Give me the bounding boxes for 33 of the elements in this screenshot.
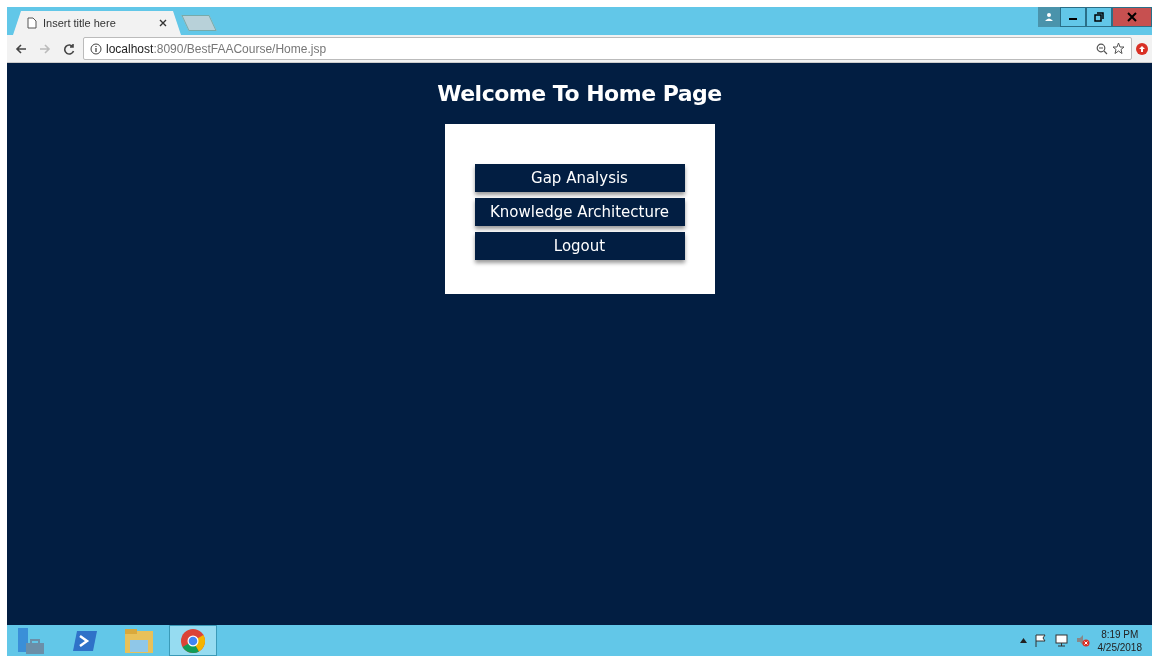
date-text: 4/25/2018 [1097, 640, 1142, 654]
zoom-icon[interactable] [1096, 42, 1108, 55]
muted-speaker-icon[interactable] [1075, 634, 1090, 647]
page-heading: Welcome To Home Page [437, 81, 722, 106]
close-icon [1127, 12, 1137, 22]
powershell-icon [72, 629, 98, 652]
close-icon[interactable] [159, 19, 167, 27]
menu-button[interactable]: Knowledge Architecture [474, 198, 685, 226]
clock[interactable]: 8:19 PM 4/25/2018 [1097, 627, 1142, 654]
info-icon [90, 42, 102, 55]
extension-icon[interactable] [1136, 42, 1148, 55]
menu-button[interactable]: Logout [474, 232, 685, 260]
taskbar-app[interactable] [169, 625, 217, 656]
close-button[interactable] [1112, 7, 1152, 27]
reload-icon [63, 42, 75, 55]
person-icon [1044, 12, 1054, 22]
minimize-button[interactable] [1060, 7, 1086, 27]
server-toolbox-icon [16, 626, 46, 655]
restore-icon [1094, 12, 1104, 22]
browser-icon [180, 627, 206, 654]
forward-arrow-icon [39, 42, 51, 55]
star-icon[interactable] [1112, 42, 1125, 55]
menu-button[interactable]: Gap Analysis [474, 164, 685, 192]
page-icon [27, 17, 37, 29]
restore-button[interactable] [1086, 7, 1112, 27]
flag-icon[interactable] [1034, 634, 1047, 647]
address-bar[interactable]: localhost:8090/BestFAACourse/Home.jsp [83, 37, 1132, 60]
caret-icon[interactable] [1019, 638, 1027, 643]
folder-icon [124, 627, 154, 654]
back-arrow-icon [15, 42, 27, 55]
network-icon[interactable] [1054, 634, 1068, 647]
time-text: 8:19 PM [1101, 627, 1139, 641]
browser-tab[interactable]: Insert title here [13, 11, 181, 35]
